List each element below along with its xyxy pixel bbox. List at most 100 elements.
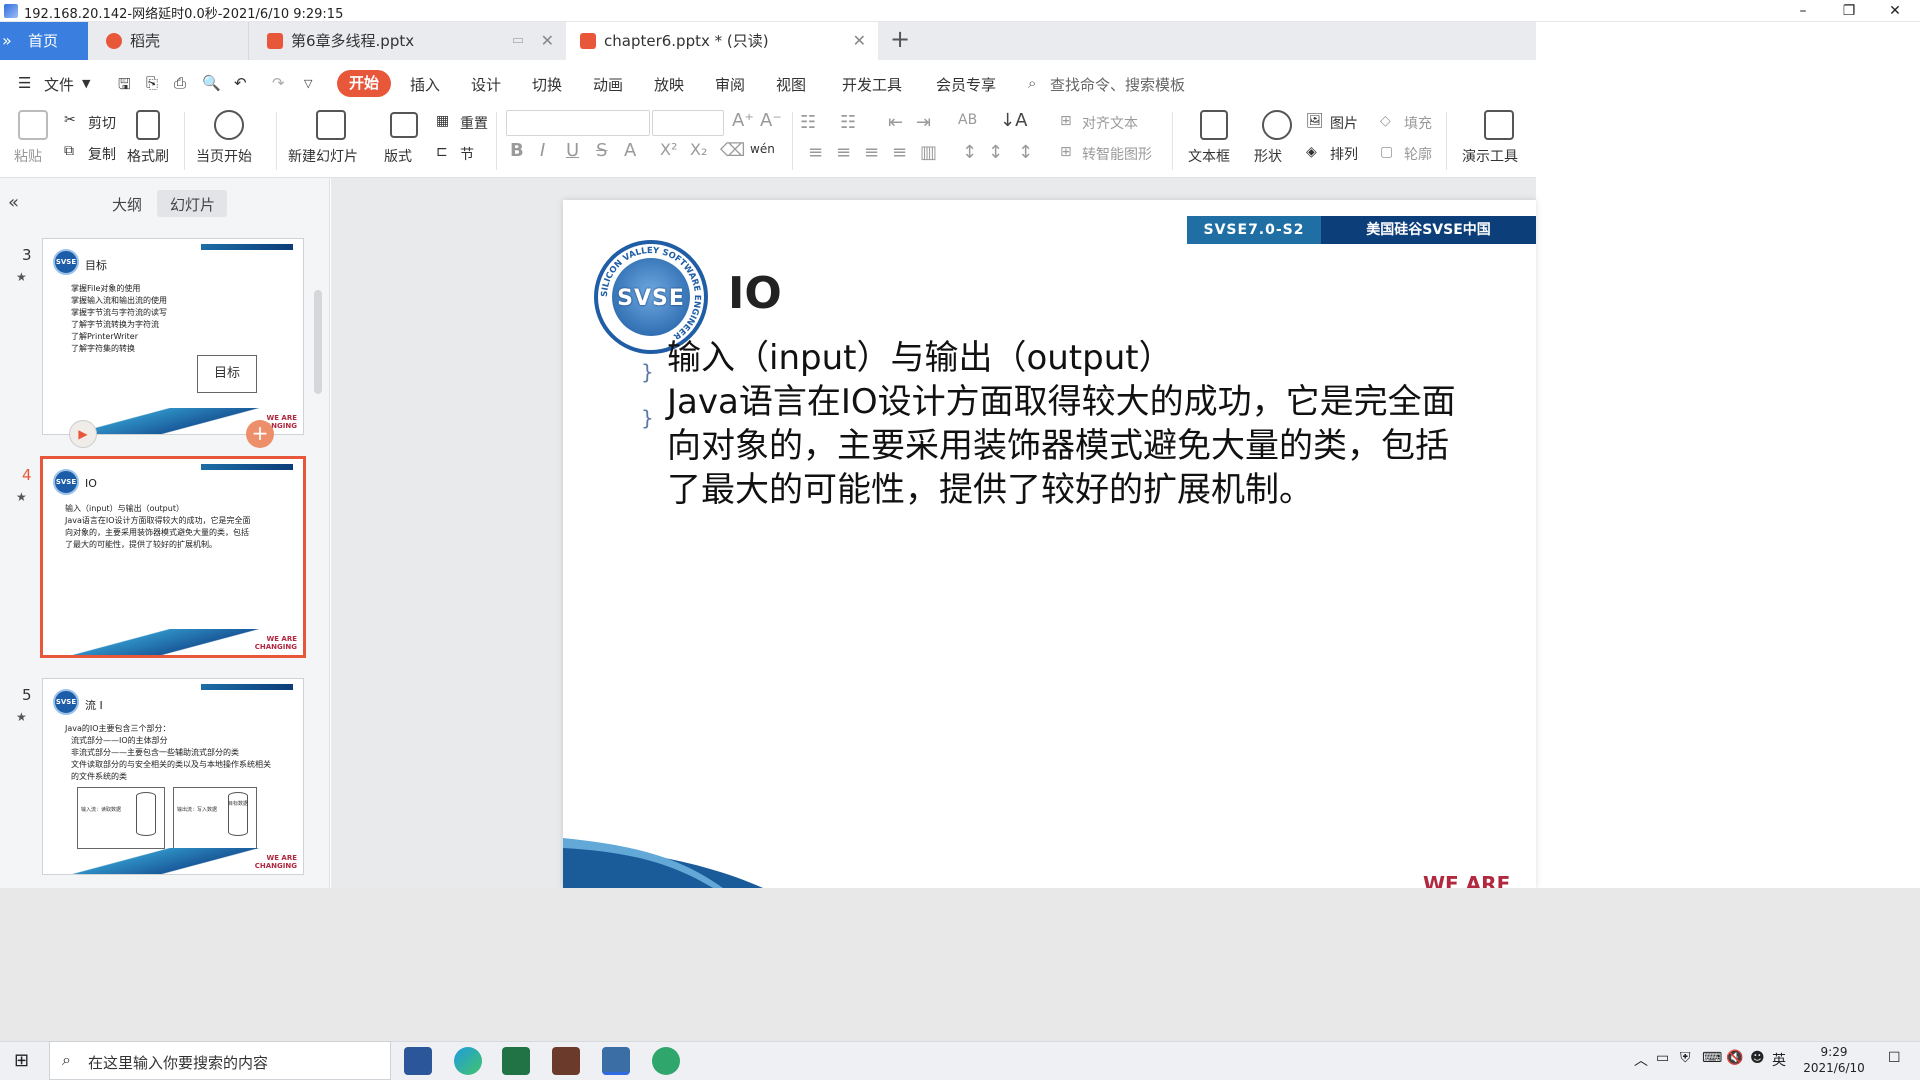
add-slide-icon[interactable]: + <box>246 420 274 448</box>
textbox-icon[interactable] <box>1200 110 1228 140</box>
tab-docer[interactable]: 稻壳 <box>88 22 248 60</box>
game-app-icon[interactable] <box>552 1047 580 1075</box>
bold-button[interactable]: B <box>510 140 524 161</box>
distribute-icon[interactable]: ▥ <box>920 142 937 163</box>
menu-review[interactable]: 审阅 <box>715 74 745 95</box>
menu-animation[interactable]: 动画 <box>593 74 623 95</box>
print-icon[interactable]: ⎙ <box>174 74 186 92</box>
picture-button[interactable]: 图片 <box>1330 113 1358 133</box>
font-family-select[interactable] <box>506 110 650 136</box>
superscript-button[interactable]: X² <box>660 140 677 159</box>
format-painter-icon[interactable] <box>136 110 160 140</box>
system-clock[interactable]: 9:29 2021/6/10 <box>1794 1044 1874 1076</box>
tab-outline[interactable]: 大纲 <box>112 194 142 215</box>
paste-icon[interactable] <box>18 110 48 140</box>
menu-membership[interactable]: 会员专享 <box>936 74 996 95</box>
close-tab-icon[interactable]: ✕ <box>853 22 866 60</box>
slide-thumbnail-5[interactable]: SVSE 流 I Java的IO主要包含三个部分： 流式部分——IO的主体部分 … <box>42 678 304 875</box>
justify-icon[interactable]: ≡ <box>892 142 907 163</box>
quick-access-more-icon[interactable]: ▽ <box>304 77 312 90</box>
decrease-indent-icon[interactable]: ⇤ <box>888 112 903 133</box>
font-color-button[interactable]: A <box>624 140 636 161</box>
align-right-icon[interactable]: ≡ <box>864 142 879 163</box>
menu-transition[interactable]: 切换 <box>532 74 562 95</box>
presentation-tools-button[interactable]: 演示工具 <box>1462 146 1518 166</box>
menu-developer[interactable]: 开发工具 <box>842 74 902 95</box>
play-icon[interactable]: ▶ <box>69 420 97 448</box>
ime-indicator[interactable]: 英 <box>1772 1050 1786 1070</box>
subscript-button[interactable]: X₂ <box>690 140 707 159</box>
presentation-tools-icon[interactable] <box>1484 110 1514 140</box>
redo-icon[interactable]: ↷ <box>272 74 285 92</box>
qq-icon[interactable]: ☻ <box>1750 1050 1765 1066</box>
textbox-button[interactable]: 文本框 <box>1188 146 1230 166</box>
new-slide-button[interactable]: 新建幻灯片 <box>288 146 358 166</box>
font-size-select[interactable] <box>652 110 724 136</box>
phonetic-button[interactable]: wén <box>750 142 775 156</box>
chat-app-icon[interactable] <box>652 1047 680 1075</box>
arrange-button[interactable]: 排列 <box>1330 144 1358 164</box>
tab-chapter6[interactable]: chapter6.pptx * (只读) ✕ <box>566 22 878 60</box>
section-button[interactable]: 节 <box>460 144 474 164</box>
remote-desktop-icon[interactable] <box>602 1047 630 1075</box>
windows-start-icon[interactable]: ⊞ <box>14 1050 29 1071</box>
tray-expand-icon[interactable]: ︿ <box>1634 1050 1648 1070</box>
network-icon[interactable]: ▭ <box>1656 1050 1669 1066</box>
menu-start[interactable]: 开始 <box>337 70 391 97</box>
print-preview-icon[interactable]: 🔍 <box>202 74 221 92</box>
command-search[interactable]: 查找命令、搜索模板 <box>1050 74 1185 95</box>
shape-icon[interactable] <box>1262 110 1292 140</box>
word-icon[interactable] <box>404 1047 432 1075</box>
menu-insert[interactable]: 插入 <box>410 74 440 95</box>
align-left-icon[interactable]: ≡ <box>808 142 823 163</box>
cut-button[interactable]: 剪切 <box>88 113 116 133</box>
fill-button[interactable]: 填充 <box>1404 113 1432 133</box>
layout-button[interactable]: 版式 <box>384 146 412 166</box>
panel-scrollbar[interactable] <box>314 290 322 394</box>
underline-button[interactable]: U <box>566 140 579 161</box>
shrink-font-button[interactable]: A⁻ <box>760 110 782 131</box>
keyboard-icon[interactable]: ⌨ <box>1702 1050 1722 1066</box>
new-slide-icon[interactable] <box>316 110 346 140</box>
save-icon[interactable]: 🖫 <box>118 74 131 99</box>
italic-button[interactable]: I <box>540 140 545 161</box>
edge-icon[interactable] <box>454 1047 482 1075</box>
menu-slideshow[interactable]: 放映 <box>654 74 684 95</box>
security-icon[interactable]: ⛨ <box>1680 1050 1691 1066</box>
play-icon[interactable] <box>214 110 244 140</box>
notification-icon[interactable]: ☐ <box>1888 1050 1901 1066</box>
slide-thumbnail-4[interactable]: SVSE IO 输入（input）与输出（output） Java语言在IO设计… <box>40 456 306 658</box>
format-painter-button[interactable]: 格式刷 <box>127 146 169 166</box>
paragraph-spacing-icon[interactable]: ↕ <box>988 142 1003 163</box>
volume-icon[interactable]: 🔇 <box>1726 1050 1743 1066</box>
paste-button[interactable]: 粘贴 <box>14 146 42 166</box>
copy-button[interactable]: 复制 <box>88 144 116 164</box>
outline-button[interactable]: 轮廓 <box>1404 144 1432 164</box>
strikethrough-button[interactable]: S <box>596 140 607 161</box>
cloud-icon[interactable]: ▭ <box>512 22 524 60</box>
sort-icon[interactable]: ↓A <box>1000 110 1027 131</box>
menu-design[interactable]: 设计 <box>471 74 501 95</box>
close-button[interactable]: ✕ <box>1872 0 1918 22</box>
menu-view[interactable]: 视图 <box>776 74 806 95</box>
smart-art-button[interactable]: 转智能图形 <box>1082 144 1152 164</box>
from-current-button[interactable]: 当页开始 <box>196 146 252 166</box>
align-text-button[interactable]: 对齐文本 <box>1082 113 1138 133</box>
taskbar-search[interactable]: ⌕ 在这里输入你要搜索的内容 <box>49 1041 391 1080</box>
excel-icon[interactable] <box>502 1047 530 1075</box>
numbered-list-icon[interactable]: ☷ <box>840 112 856 133</box>
minimize-button[interactable]: – <box>1780 0 1826 22</box>
tab-home[interactable]: » 首页 <box>0 22 88 60</box>
slide-thumbnail-3[interactable]: SVSE 目标 掌握File对象的使用 掌握输入流和输出流的使用 掌握字节流与字… <box>42 238 304 435</box>
undo-icon[interactable]: ↶ <box>234 74 247 92</box>
text-direction-icon[interactable]: AB <box>958 112 977 128</box>
bullet-list-icon[interactable]: ☷ <box>800 112 816 133</box>
close-tab-icon[interactable]: ✕ <box>541 22 554 60</box>
new-tab-icon[interactable]: + <box>890 25 910 53</box>
hamburger-icon[interactable]: ☰ <box>18 74 31 92</box>
align-center-icon[interactable]: ≡ <box>836 142 851 163</box>
increase-indent-icon[interactable]: ⇥ <box>916 112 931 133</box>
line-spacing-icon[interactable]: ↕ <box>962 142 977 163</box>
menu-file[interactable]: 文件 <box>44 74 74 95</box>
grow-font-button[interactable]: A⁺ <box>732 110 754 131</box>
